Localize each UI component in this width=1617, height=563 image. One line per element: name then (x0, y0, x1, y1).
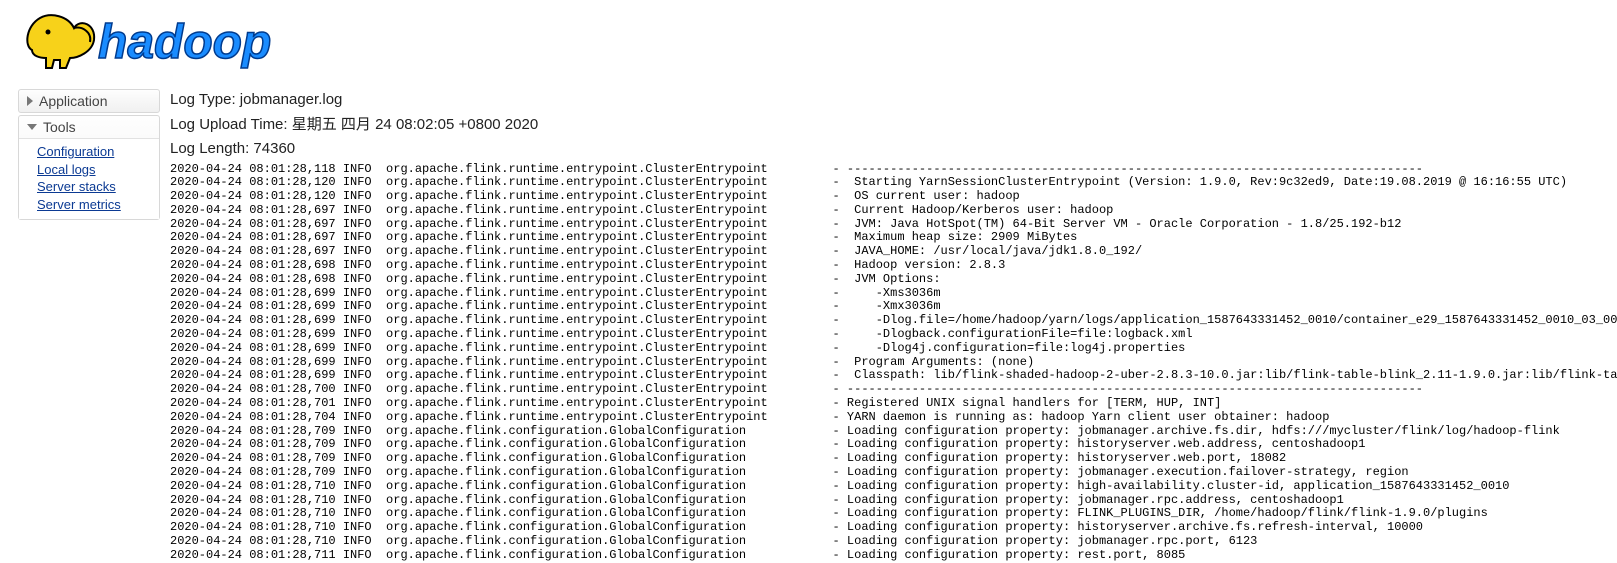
sidebar-section-tools[interactable]: Tools Configuration Local logs Server st… (18, 115, 160, 220)
log-upload-label: Log Upload Time: (170, 116, 288, 133)
log-length-label: Log Length: (170, 140, 249, 157)
sidebar-link-local-logs[interactable]: Local logs (37, 161, 155, 179)
sidebar-link-server-stacks[interactable]: Server stacks (37, 178, 155, 196)
log-length-value: 74360 (253, 140, 295, 157)
chevron-down-icon (27, 124, 37, 130)
sidebar-section-application[interactable]: Application (18, 89, 160, 113)
sidebar: Application Tools Configuration Local lo… (18, 89, 160, 222)
log-content: Log Type: jobmanager.log Log Upload Time… (170, 89, 1609, 563)
log-upload-value: 星期五 四月 24 08:02:05 +0800 2020 (292, 116, 538, 133)
log-length-row: Log Length: 74360 (170, 138, 1609, 161)
log-text: 2020-04-24 08:01:28,118 INFO org.apache.… (170, 163, 1609, 563)
sidebar-link-server-metrics[interactable]: Server metrics (37, 196, 155, 214)
svg-text:hadoop: hadoop (98, 16, 271, 69)
log-type-value: jobmanager.log (240, 91, 343, 108)
sidebar-section-label: Tools (43, 119, 76, 135)
sidebar-section-label: Application (39, 93, 108, 109)
log-type-row: Log Type: jobmanager.log (170, 89, 1609, 112)
hadoop-logo: hadoop (18, 6, 308, 83)
chevron-right-icon (27, 96, 33, 106)
sidebar-tools-body: Configuration Local logs Server stacks S… (19, 138, 159, 219)
log-type-label: Log Type: (170, 91, 236, 108)
log-upload-row: Log Upload Time: 星期五 四月 24 08:02:05 +080… (170, 114, 1609, 137)
sidebar-link-configuration[interactable]: Configuration (37, 143, 155, 161)
